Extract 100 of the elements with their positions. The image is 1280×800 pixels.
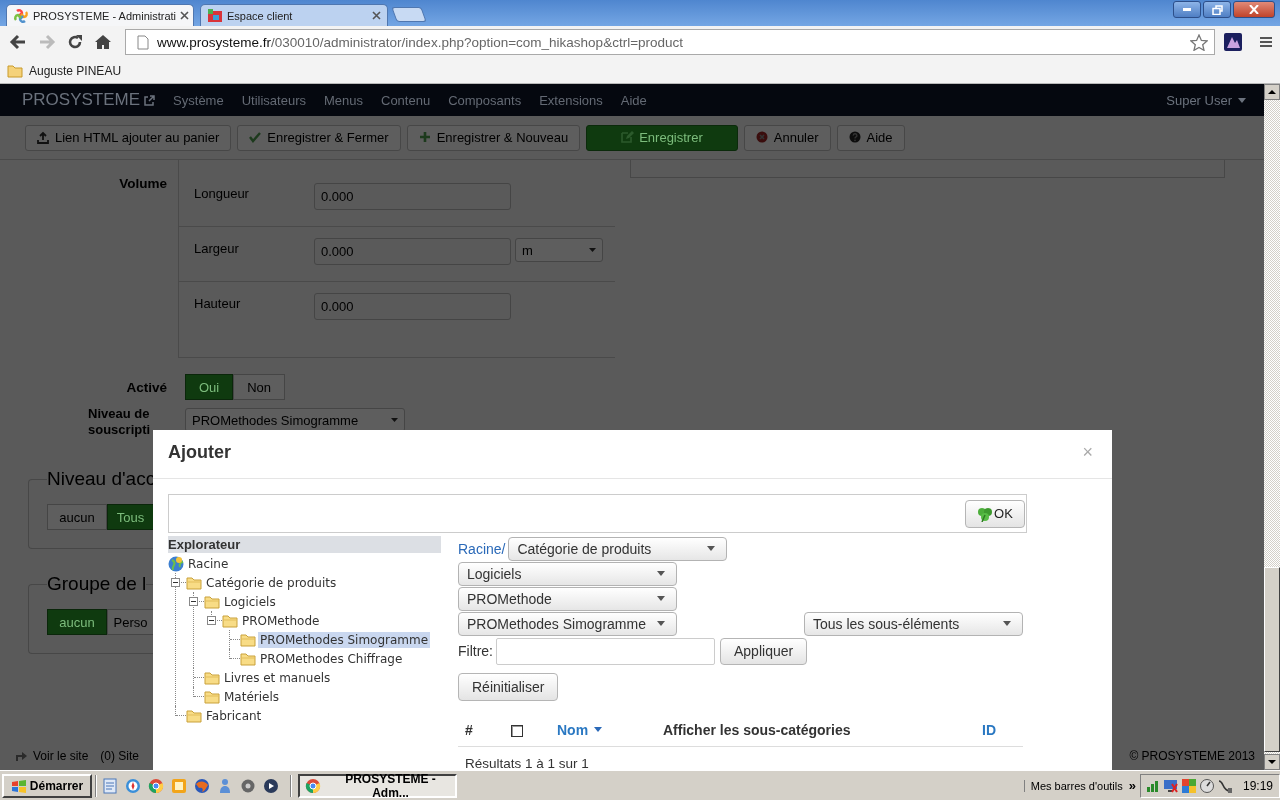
input-field[interactable]: 0.000 bbox=[314, 183, 511, 210]
scrollbar[interactable] bbox=[1264, 84, 1280, 770]
dropdown[interactable]: Catégorie de produits bbox=[508, 536, 728, 561]
menu-item[interactable]: Système bbox=[173, 92, 224, 108]
toolbar-button[interactable]: Enregistrer & Nouveau bbox=[406, 124, 581, 151]
gear-icon[interactable] bbox=[240, 777, 256, 794]
reload-icon[interactable] bbox=[67, 34, 83, 50]
dropdown[interactable]: PROMethode bbox=[458, 586, 677, 611]
chevron-button[interactable]: » bbox=[1128, 778, 1136, 793]
compass-icon[interactable] bbox=[125, 777, 141, 794]
input-field[interactable]: 0.000 bbox=[314, 293, 511, 320]
menu-item[interactable]: Composants bbox=[448, 92, 522, 108]
globe-icon[interactable] bbox=[194, 777, 210, 794]
extension-icon[interactable] bbox=[1224, 33, 1242, 51]
toggle-option[interactable]: Oui bbox=[185, 374, 234, 400]
toggle-option[interactable]: aucun bbox=[47, 609, 107, 635]
site-link[interactable]: (0) Site bbox=[100, 749, 140, 763]
minimize-icon bbox=[1183, 8, 1191, 11]
tree-item[interactable]: Racine bbox=[186, 555, 231, 572]
toggle-option[interactable]: aucun bbox=[47, 504, 107, 530]
menu-item[interactable]: Contenu bbox=[381, 92, 431, 108]
dropdown[interactable]: PROMethodes Simogramme bbox=[185, 408, 405, 432]
toggle-option[interactable]: Tous bbox=[107, 504, 153, 530]
new-tab-button[interactable] bbox=[391, 7, 427, 22]
tree-item[interactable]: Logiciels bbox=[222, 593, 278, 610]
column-header[interactable]: ID bbox=[982, 721, 1023, 738]
results-text: Résultats 1 à 1 sur 1 bbox=[464, 755, 590, 770]
toolbar-button[interactable]: Annuler bbox=[743, 124, 831, 151]
tab-title: Espace client bbox=[227, 9, 294, 22]
clock[interactable]: 19:19 bbox=[1242, 778, 1273, 793]
caret-icon bbox=[1238, 97, 1246, 103]
external-link-icon bbox=[15, 750, 28, 762]
site-title[interactable]: PROSYSTEME bbox=[22, 90, 141, 110]
tree-item[interactable]: Matériels bbox=[222, 688, 282, 705]
menu-item[interactable]: Utilisateurs bbox=[241, 92, 306, 108]
external-link-icon bbox=[144, 94, 156, 106]
dropdown[interactable]: Tous les sous-éléments bbox=[804, 611, 1023, 636]
browser-tab[interactable]: PROSYSTEME - Administrati bbox=[6, 4, 194, 26]
tree-item[interactable]: PROMethodes Chiffrage bbox=[258, 650, 405, 667]
home-icon[interactable] bbox=[94, 34, 112, 50]
filter-field[interactable] bbox=[496, 637, 715, 665]
folder-icon bbox=[222, 613, 238, 628]
dropdown[interactable]: Logiciels bbox=[458, 561, 677, 586]
collapse-icon[interactable] bbox=[171, 578, 180, 587]
close-button[interactable] bbox=[1233, 1, 1275, 18]
menu-item[interactable]: Aide bbox=[620, 92, 647, 108]
user-menu[interactable]: Super User bbox=[1166, 92, 1246, 108]
toggle-option[interactable]: Non bbox=[233, 374, 286, 400]
menu-icon[interactable] bbox=[1259, 36, 1273, 48]
filter-label: Filtre: bbox=[458, 643, 493, 659]
toolbars-label[interactable]: Mes barres d'outils bbox=[1023, 779, 1123, 792]
close-icon[interactable] bbox=[372, 11, 381, 20]
gauge-icon[interactable] bbox=[1198, 777, 1215, 794]
tree-item[interactable]: Catégorie de produits bbox=[204, 574, 339, 591]
checkbox[interactable] bbox=[511, 725, 523, 737]
start-button[interactable]: Démarrer bbox=[2, 773, 92, 798]
breadcrumb-link[interactable]: Racine/ bbox=[458, 540, 506, 557]
apply-button[interactable]: Appliquer bbox=[720, 637, 808, 665]
tree-item[interactable]: PROMethodes Simogramme bbox=[258, 631, 431, 648]
toolbar-button[interactable]: Enregistrer bbox=[586, 124, 738, 151]
scroll-up-icon bbox=[1264, 84, 1280, 100]
play-icon[interactable] bbox=[263, 777, 279, 794]
toolbar-button[interactable]: Aide bbox=[836, 124, 905, 151]
dropdown[interactable]: PROMethodes Simogramme bbox=[458, 611, 677, 636]
menu-item[interactable]: Menus bbox=[323, 92, 363, 108]
tree-item[interactable]: Livres et manuels bbox=[222, 669, 333, 686]
restore-icon bbox=[1211, 4, 1223, 15]
toolbar-button[interactable]: Enregistrer & Fermer bbox=[237, 124, 401, 151]
folder-icon bbox=[204, 594, 220, 609]
toggle-option[interactable]: Perso bbox=[107, 609, 153, 635]
input-field[interactable]: 0.000 bbox=[314, 238, 511, 265]
address-bar[interactable]: www.prosysteme.fr/030010/administrator/index.php?option=com_hikashop&ctrl=product bbox=[125, 29, 1215, 55]
close-icon[interactable] bbox=[180, 11, 190, 20]
folder-icon bbox=[204, 670, 220, 685]
reset-button[interactable]: Réinitialiser bbox=[458, 673, 559, 701]
collapse-icon[interactable] bbox=[207, 616, 216, 625]
page-icon bbox=[137, 34, 149, 50]
squares-icon[interactable] bbox=[1180, 777, 1197, 794]
tree-item[interactable]: PROMethode bbox=[240, 612, 322, 629]
browser-tab[interactable]: Espace client bbox=[200, 4, 388, 26]
help-icon bbox=[848, 131, 862, 144]
monitor-icon[interactable] bbox=[1162, 777, 1179, 794]
tree-item[interactable]: Fabricant bbox=[204, 707, 264, 724]
plug-icon[interactable] bbox=[1216, 777, 1233, 794]
taskbar-button[interactable]: PROSYSTEME - Adm... bbox=[298, 773, 457, 798]
toolbar-button[interactable]: Lien HTML ajouter au panier bbox=[25, 124, 232, 151]
minimize-button[interactable] bbox=[1173, 1, 1201, 18]
back-icon[interactable] bbox=[9, 34, 27, 50]
bookmark-folder[interactable]: Auguste PINEAU bbox=[7, 63, 122, 78]
ok-button[interactable]: OK bbox=[965, 499, 1025, 528]
menu-item[interactable]: Extensions bbox=[539, 92, 603, 108]
collapse-icon[interactable] bbox=[189, 597, 198, 606]
star-icon[interactable] bbox=[1190, 33, 1208, 51]
scroll-thumb[interactable] bbox=[1264, 567, 1280, 752]
sort-caret-icon bbox=[594, 727, 603, 732]
dropdown[interactable]: m bbox=[515, 238, 603, 262]
wheel-icon[interactable] bbox=[148, 777, 164, 794]
restore-button[interactable] bbox=[1203, 1, 1231, 18]
column-header[interactable]: Nom bbox=[557, 721, 603, 738]
site-link[interactable]: Voir le site bbox=[15, 749, 89, 763]
